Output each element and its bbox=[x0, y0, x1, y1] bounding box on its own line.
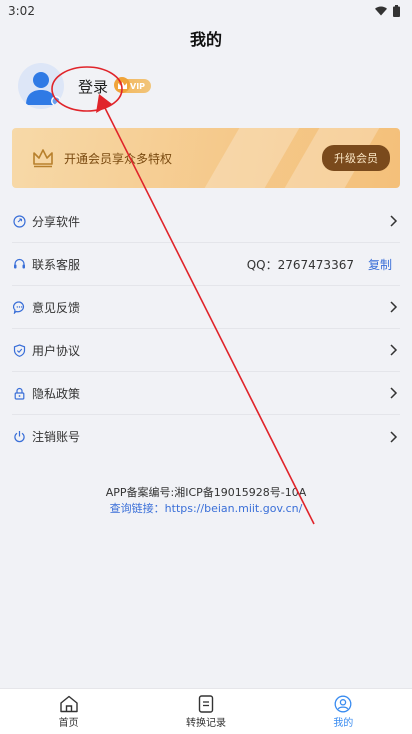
chevron-right-icon bbox=[390, 344, 398, 356]
page-title: 我的 bbox=[189, 30, 222, 49]
icp-query-link[interactable]: 查询链接：https://beian.miit.gov.cn/ bbox=[0, 501, 412, 517]
tab-mine-label: 我的 bbox=[333, 717, 354, 729]
menu-item-delete-account[interactable]: 注销账号 bbox=[12, 415, 400, 458]
tab-mine[interactable]: 我的 bbox=[275, 689, 412, 734]
wifi-icon bbox=[375, 6, 387, 16]
menu-item-privacy-policy[interactable]: 隐私政策 bbox=[12, 372, 400, 415]
menu-label-privacy-policy: 隐私政策 bbox=[32, 386, 81, 401]
bottom-tab-bar: 首页 转换记录 我的 bbox=[0, 688, 412, 734]
vip-banner-text: 开通会员享众多特权 bbox=[64, 151, 173, 166]
menu-label-feedback: 意见反馈 bbox=[32, 300, 81, 315]
settings-menu: 分享软件 联系客服 QQ：2767473367 复制 意见反馈 用户协议 隐私政… bbox=[12, 200, 400, 458]
menu-item-user-agreement[interactable]: 用户协议 bbox=[12, 329, 400, 372]
power-icon bbox=[12, 430, 26, 444]
tab-home[interactable]: 首页 bbox=[0, 689, 137, 734]
status-bar: 3:02 bbox=[0, 0, 412, 22]
vip-banner[interactable]: 开通会员享众多特权 升级会员 bbox=[12, 128, 400, 188]
share-icon bbox=[12, 214, 26, 228]
profile-section[interactable]: 登录 VIP bbox=[18, 63, 152, 109]
menu-label-share: 分享软件 bbox=[32, 214, 81, 229]
vip-badge: VIP bbox=[114, 77, 152, 93]
chevron-right-icon bbox=[390, 430, 398, 443]
upgrade-vip-button[interactable]: 升级会员 bbox=[322, 145, 390, 171]
menu-label-user-agreement: 用户协议 bbox=[32, 343, 81, 358]
menu-item-share[interactable]: 分享软件 bbox=[12, 200, 400, 243]
shield-icon bbox=[12, 343, 26, 357]
avatar[interactable] bbox=[18, 63, 64, 109]
qq-number: QQ：2767473367 bbox=[246, 257, 354, 272]
headset-icon bbox=[12, 257, 26, 271]
feedback-icon bbox=[12, 300, 26, 314]
login-button[interactable]: 登录 bbox=[78, 76, 108, 97]
crown-icon bbox=[33, 149, 53, 168]
tab-conversion-history[interactable]: 转换记录 bbox=[137, 689, 274, 734]
user-icon bbox=[334, 695, 352, 712]
icp-record-number: APP备案编号:湘ICP备19015928号-10A bbox=[105, 486, 307, 499]
menu-item-customer-service: 联系客服 QQ：2767473367 复制 bbox=[12, 243, 400, 286]
status-icons bbox=[375, 5, 400, 17]
menu-label-customer-service: 联系客服 bbox=[32, 257, 81, 272]
home-icon bbox=[59, 695, 78, 712]
vip-badge-label: VIP bbox=[130, 81, 146, 91]
chevron-right-icon bbox=[390, 387, 398, 399]
menu-item-feedback[interactable]: 意见反馈 bbox=[12, 286, 400, 329]
icp-info: APP备案编号:湘ICP备19015928号-10A 查询链接：https://… bbox=[0, 485, 412, 517]
chevron-right-icon bbox=[390, 301, 398, 313]
status-time: 3:02 bbox=[8, 4, 35, 18]
chevron-right-icon bbox=[390, 215, 398, 227]
document-icon bbox=[198, 694, 214, 713]
copy-qq-button[interactable]: 复制 bbox=[368, 256, 392, 273]
vip-crown-icon bbox=[114, 77, 131, 93]
user-avatar-icon bbox=[26, 72, 61, 106]
tab-home-label: 首页 bbox=[58, 717, 79, 729]
menu-label-delete-account: 注销账号 bbox=[32, 430, 81, 444]
battery-icon bbox=[393, 5, 400, 17]
lock-icon bbox=[12, 386, 26, 400]
tab-conversion-history-label: 转换记录 bbox=[185, 717, 226, 729]
